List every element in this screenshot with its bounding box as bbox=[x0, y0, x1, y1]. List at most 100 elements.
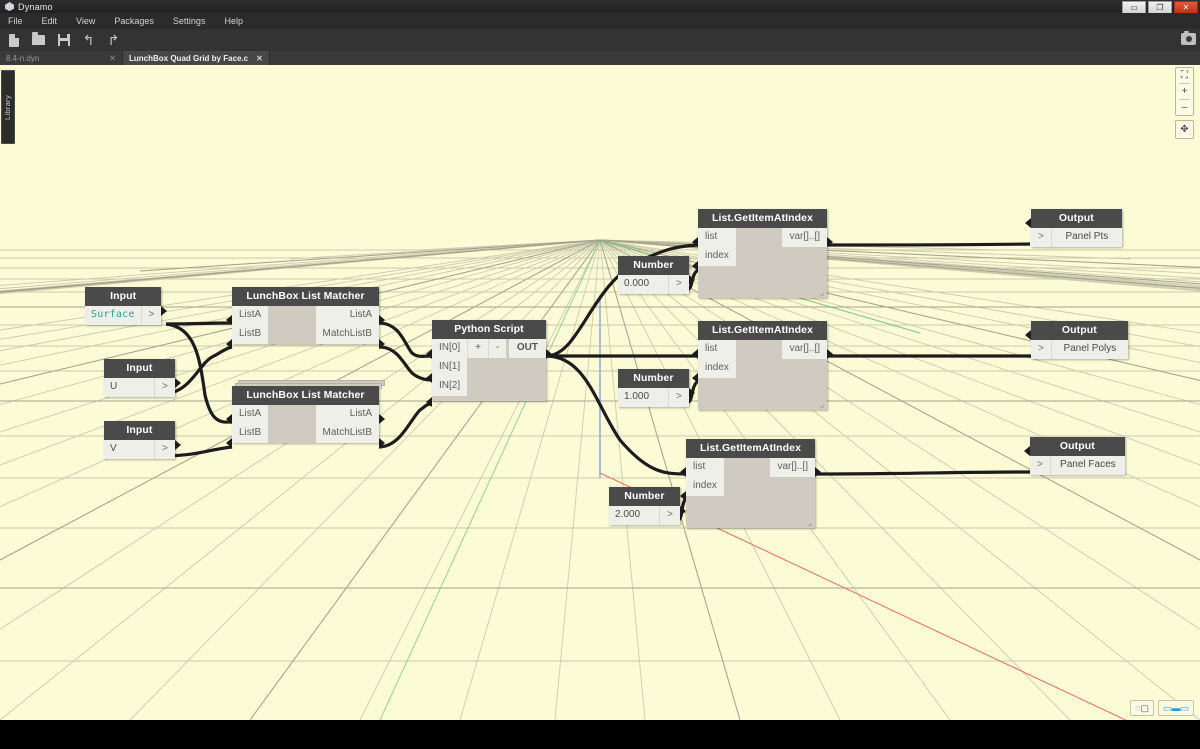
port-in0[interactable]: IN[0] bbox=[432, 339, 467, 358]
input-port-caret[interactable]: > bbox=[1031, 228, 1052, 247]
port-list[interactable]: list bbox=[698, 228, 736, 247]
node-python-script[interactable]: Python Script IN[0] IN[1] IN[2] + - bbox=[432, 320, 546, 401]
input-connector-list[interactable] bbox=[680, 467, 686, 477]
output-port-caret[interactable]: > bbox=[668, 275, 689, 294]
number-1-value[interactable]: 1.000 bbox=[618, 388, 668, 407]
port-lista-in[interactable]: ListA bbox=[232, 306, 268, 325]
output-connector-lista[interactable] bbox=[379, 414, 385, 424]
output-port-caret[interactable]: > bbox=[141, 306, 162, 325]
port-in1[interactable]: IN[1] bbox=[432, 358, 467, 377]
menu-item-view[interactable]: View bbox=[76, 16, 95, 26]
output-port-caret[interactable]: > bbox=[154, 440, 175, 459]
output-connector[interactable] bbox=[827, 349, 833, 359]
input-surface-value[interactable]: Surface bbox=[85, 306, 141, 325]
port-index[interactable]: index bbox=[698, 247, 736, 266]
port-listb-in[interactable]: ListB bbox=[232, 325, 268, 344]
output-connector[interactable] bbox=[161, 306, 167, 316]
output-connector[interactable] bbox=[175, 440, 181, 450]
output-connector[interactable] bbox=[689, 388, 695, 398]
node-lunchbox-list-matcher-2[interactable]: LunchBox List Matcher ListA ListB ListA … bbox=[232, 386, 379, 443]
port-var-out[interactable]: var[]..[] bbox=[770, 458, 815, 477]
close-icon[interactable]: ✕ bbox=[109, 54, 116, 63]
input-connector[interactable] bbox=[1025, 218, 1031, 228]
menu-item-edit[interactable]: Edit bbox=[42, 16, 58, 26]
tab-lunchbox-quad-grid[interactable]: LunchBox Quad Grid by Face.c ✕ bbox=[123, 51, 270, 65]
port-listb-in[interactable]: ListB bbox=[232, 424, 268, 443]
library-panel-tab[interactable]: Library bbox=[1, 70, 15, 144]
port-lista-out[interactable]: ListA bbox=[316, 405, 379, 424]
port-list[interactable]: list bbox=[686, 458, 724, 477]
input-connector-listb[interactable] bbox=[226, 438, 232, 448]
port-var-out[interactable]: var[]..[] bbox=[782, 228, 827, 247]
output-port-caret[interactable]: > bbox=[154, 378, 175, 397]
resize-grip[interactable]: ⌟ bbox=[820, 400, 824, 409]
input-port-caret[interactable]: > bbox=[1031, 340, 1052, 359]
port-index[interactable]: index bbox=[698, 359, 736, 378]
input-connector-lista[interactable] bbox=[226, 315, 232, 325]
output-connector-matchlistb[interactable] bbox=[379, 339, 385, 349]
zoom-out-button[interactable]: – bbox=[1176, 100, 1193, 115]
node-output-panel-polys[interactable]: Output > Panel Polys bbox=[1031, 321, 1128, 359]
port-var-out[interactable]: var[]..[] bbox=[782, 340, 827, 359]
tab-dyn-file[interactable]: 8.4-n.dyn ✕ bbox=[0, 51, 123, 65]
input-connector-in0[interactable] bbox=[426, 349, 432, 359]
input-connector[interactable] bbox=[1025, 330, 1031, 340]
port-in2[interactable]: IN[2] bbox=[432, 377, 467, 396]
undo-icon[interactable]: ↰ bbox=[81, 33, 96, 48]
camera-icon[interactable] bbox=[1181, 33, 1196, 45]
new-file-icon[interactable] bbox=[6, 33, 21, 48]
output-panel-pts-value[interactable]: Panel Pts bbox=[1052, 228, 1122, 247]
port-lista-out[interactable]: ListA bbox=[316, 306, 379, 325]
node-number-2[interactable]: Number 2.000 > bbox=[609, 487, 680, 525]
output-panel-polys-value[interactable]: Panel Polys bbox=[1052, 340, 1128, 359]
remove-port-button[interactable]: - bbox=[488, 339, 506, 358]
save-file-icon[interactable] bbox=[56, 33, 71, 48]
menu-item-settings[interactable]: Settings bbox=[173, 16, 206, 26]
add-port-button[interactable]: + bbox=[467, 339, 488, 358]
port-index[interactable]: index bbox=[686, 477, 724, 496]
input-connector-list[interactable] bbox=[692, 349, 698, 359]
output-connector-lista[interactable] bbox=[379, 315, 385, 325]
port-list[interactable]: list bbox=[698, 340, 736, 359]
geometry-view-toggle[interactable]: ◌▢ bbox=[1130, 700, 1154, 716]
node-input-v[interactable]: Input V > bbox=[104, 421, 175, 459]
number-0-value[interactable]: 0.000 bbox=[618, 275, 668, 294]
menu-item-packages[interactable]: Packages bbox=[114, 16, 154, 26]
port-matchlistb-out[interactable]: MatchListB bbox=[316, 325, 379, 344]
input-connector-in1[interactable] bbox=[426, 373, 432, 383]
menu-item-file[interactable]: File bbox=[8, 16, 23, 26]
output-connector-out[interactable] bbox=[546, 349, 552, 359]
output-connector[interactable] bbox=[689, 275, 695, 285]
close-icon[interactable]: ✕ bbox=[256, 54, 263, 63]
input-connector-list[interactable] bbox=[692, 237, 698, 247]
input-port-caret[interactable]: > bbox=[1030, 456, 1051, 475]
node-number-0[interactable]: Number 0.000 > bbox=[618, 256, 689, 294]
resize-grip[interactable]: ⌟ bbox=[808, 518, 812, 527]
output-connector[interactable] bbox=[815, 467, 821, 477]
input-connector-listb[interactable] bbox=[226, 339, 232, 349]
output-connector[interactable] bbox=[680, 506, 686, 516]
output-connector[interactable] bbox=[827, 237, 833, 247]
node-input-surface[interactable]: Input Surface > bbox=[85, 287, 161, 325]
input-u-value[interactable]: U bbox=[104, 378, 154, 397]
input-connector-in2[interactable] bbox=[426, 397, 432, 407]
node-output-panel-faces[interactable]: Output > Panel Faces bbox=[1030, 437, 1125, 475]
node-output-panel-pts[interactable]: Output > Panel Pts bbox=[1031, 209, 1122, 247]
zoom-in-button[interactable]: + bbox=[1176, 84, 1193, 99]
output-connector[interactable] bbox=[175, 378, 181, 388]
output-port-caret[interactable]: > bbox=[668, 388, 689, 407]
graph-view-toggle[interactable]: ▭▬▭ bbox=[1158, 700, 1194, 716]
output-connector-matchlistb[interactable] bbox=[379, 438, 385, 448]
resize-grip[interactable]: ⌟ bbox=[820, 288, 824, 297]
output-port-caret[interactable]: > bbox=[659, 506, 680, 525]
fit-to-screen-icon[interactable]: ⛶ bbox=[1176, 68, 1193, 83]
node-lunchbox-list-matcher-1[interactable]: LunchBox List Matcher ListA ListB ListA … bbox=[232, 287, 379, 344]
input-connector-index[interactable] bbox=[692, 373, 698, 383]
redo-icon[interactable]: ↱ bbox=[106, 33, 121, 48]
pan-icon[interactable]: ✥ bbox=[1175, 120, 1194, 139]
port-matchlistb-out[interactable]: MatchListB bbox=[316, 424, 379, 443]
number-2-value[interactable]: 2.000 bbox=[609, 506, 659, 525]
input-connector-index[interactable] bbox=[692, 261, 698, 271]
menu-item-help[interactable]: Help bbox=[224, 16, 243, 26]
input-connector-index[interactable] bbox=[680, 491, 686, 501]
